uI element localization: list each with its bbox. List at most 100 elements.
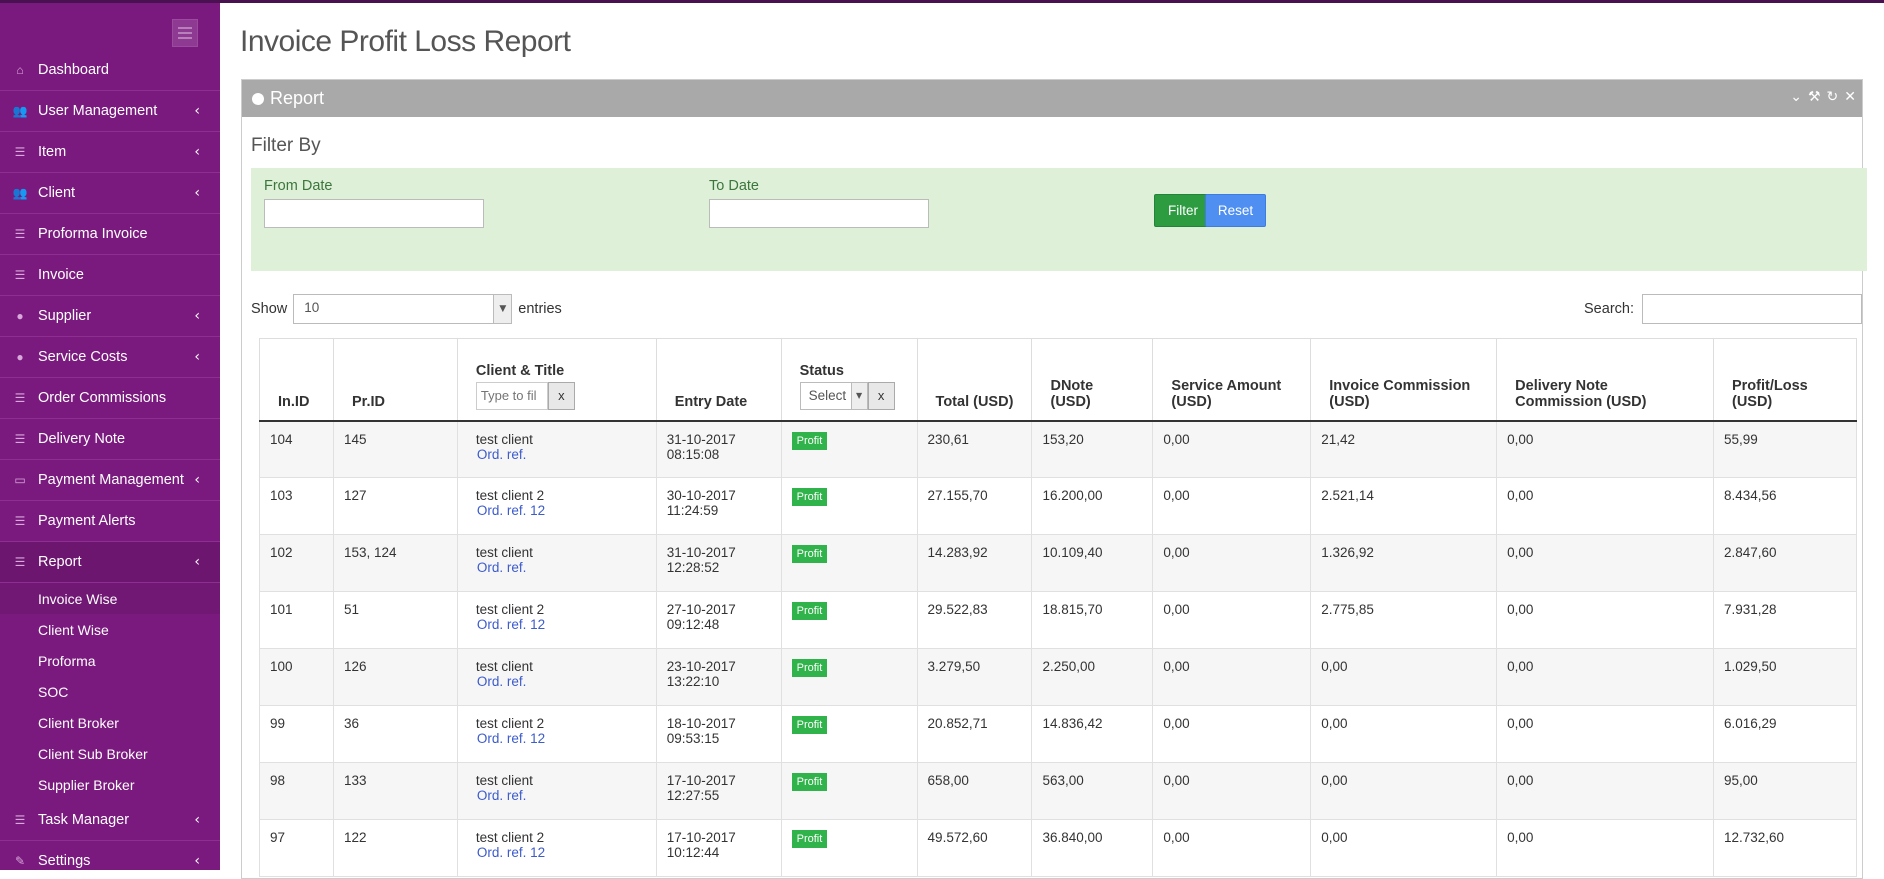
order-ref-link[interactable]: Ord. ref.: [476, 560, 646, 575]
chevron-left-icon: ‹: [194, 349, 200, 365]
wrench-icon: ✎: [14, 854, 26, 868]
col-client-title[interactable]: Client & Title x: [456, 338, 657, 422]
col-delivery-note-commission[interactable]: Delivery Note Commission (USD): [1496, 338, 1714, 422]
submenu-item[interactable]: Client Sub Broker: [0, 738, 220, 769]
total-cell: 14.283,92: [916, 534, 1033, 592]
sidebar-item[interactable]: ● Service Costs ‹: [0, 337, 220, 378]
money-icon: ▭: [14, 473, 26, 487]
user-icon: ●: [16, 350, 24, 364]
profit-loss-cell: 1.029,50: [1712, 648, 1858, 706]
submenu-item[interactable]: Client Wise: [0, 614, 220, 645]
col-entry-date[interactable]: Entry Date: [655, 338, 782, 422]
sidebar-toggle-button[interactable]: [172, 19, 198, 47]
col-invoice-commission[interactable]: Invoice Commission (USD): [1310, 338, 1498, 422]
from-date-input[interactable]: [264, 199, 484, 228]
status-filter-value: Select: [808, 387, 847, 403]
order-ref-link[interactable]: Ord. ref.: [476, 447, 646, 462]
entries-label: entries: [518, 301, 562, 317]
delivery-note-commission-cell: 0,00: [1496, 420, 1714, 478]
status-filter-select[interactable]: Select ▼: [799, 381, 868, 410]
entry-date-cell: 30-10-2017 11:24:59: [655, 477, 782, 535]
sidebar-item[interactable]: 👥 User Management ‹: [0, 91, 220, 132]
delivery-note-commission-cell: 0,00: [1496, 762, 1714, 820]
col-profit-loss[interactable]: Profit/Loss (USD): [1712, 338, 1858, 422]
col-service-amount[interactable]: Service Amount (USD): [1152, 338, 1312, 422]
sidebar-item[interactable]: ☰ Report ‹: [0, 542, 220, 583]
sidebar-item[interactable]: ☰ Task Manager ‹: [0, 800, 220, 841]
entry-date-cell: 31-10-2017 12:28:52: [655, 534, 782, 592]
to-date-input[interactable]: [709, 199, 929, 228]
status-cell: Profit: [780, 534, 918, 592]
sidebar-item-label: Dashboard: [38, 62, 109, 78]
submenu-item[interactable]: Invoice Wise: [0, 583, 220, 614]
submenu-item[interactable]: Supplier Broker: [0, 769, 220, 800]
table-row: 101 51 test client 2 Ord. ref. 12 27-10-2017…: [259, 591, 1858, 649]
delivery-note-commission-cell: 0,00: [1496, 705, 1714, 763]
order-ref-link[interactable]: Ord. ref. 12: [476, 845, 646, 860]
client-name: test client: [475, 431, 533, 447]
wrench-icon[interactable]: ⚒: [1808, 89, 1821, 105]
order-ref-link[interactable]: Ord. ref. 12: [476, 731, 646, 746]
profit-loss-cell: 6.016,29: [1712, 705, 1858, 763]
from-date-label: From Date: [264, 178, 333, 194]
pr-id-cell: 133: [332, 762, 458, 820]
total-cell: 658,00: [916, 762, 1033, 820]
sidebar-item[interactable]: ☰ Delivery Note: [0, 419, 220, 460]
client-name: test client 2: [475, 830, 545, 845]
order-ref-link[interactable]: Ord. ref.: [476, 674, 646, 689]
order-ref-link[interactable]: Ord. ref. 12: [476, 503, 646, 518]
order-ref-link[interactable]: Ord. ref.: [476, 788, 646, 803]
sidebar-item-label: Payment Alerts: [38, 513, 136, 529]
sidebar-item[interactable]: ☰ Invoice: [0, 255, 220, 296]
sidebar-item-label: User Management: [38, 103, 158, 119]
search-input[interactable]: [1642, 294, 1862, 324]
sidebar-item[interactable]: 👥 Client ‹: [0, 173, 220, 214]
status-cell: Profit: [780, 420, 918, 478]
sidebar-item[interactable]: ☰ Proforma Invoice: [0, 214, 220, 255]
entry-date: 31-10-2017: [666, 545, 736, 560]
delivery-note-commission-cell: 0,00: [1496, 591, 1714, 649]
sidebar-item[interactable]: ✎ Settings ‹: [0, 841, 220, 870]
col-pr-id[interactable]: Pr.ID: [332, 338, 458, 422]
col-in-id[interactable]: In.ID: [259, 338, 334, 422]
sidebar-item[interactable]: ☰ Payment Alerts: [0, 501, 220, 542]
dnote-cell: 18.815,70: [1031, 591, 1154, 649]
list-icon: ☰: [14, 813, 26, 827]
show-label: Show: [251, 301, 288, 317]
invoice-commission-cell: 0,00: [1310, 648, 1498, 706]
collapse-icon[interactable]: ⌄: [1790, 89, 1802, 105]
client-name: test client: [475, 659, 533, 674]
submenu-item[interactable]: SOC: [0, 676, 220, 707]
order-ref-link[interactable]: Ord. ref. 12: [476, 617, 646, 632]
col-dnote[interactable]: DNote (USD): [1031, 338, 1154, 422]
dnote-cell: 14.836,42: [1031, 705, 1154, 763]
reset-button[interactable]: Reset: [1205, 194, 1266, 227]
service-amount-cell: 0,00: [1152, 591, 1312, 649]
sidebar-item[interactable]: ● Supplier ‹: [0, 296, 220, 337]
sidebar-item-label: Payment Management: [38, 472, 184, 488]
client-filter-clear-button[interactable]: x: [547, 381, 575, 410]
submenu-item[interactable]: Client Broker: [0, 707, 220, 738]
client-filter-input[interactable]: [475, 381, 548, 410]
refresh-icon[interactable]: ↻: [1827, 89, 1839, 105]
status-badge: Profit: [791, 659, 828, 677]
profit-loss-cell: 2.847,60: [1712, 534, 1858, 592]
sidebar-item[interactable]: ⌂ Dashboard: [0, 50, 220, 91]
sidebar-item[interactable]: ▭ Payment Management ‹: [0, 460, 220, 501]
client-cell: test client 2 Ord. ref. 12: [456, 591, 657, 649]
sidebar-item[interactable]: ☰ Order Commissions: [0, 378, 220, 419]
list-icon: ☰: [14, 514, 26, 528]
filter-button[interactable]: Filter: [1154, 194, 1212, 227]
in-id-cell: 98: [259, 762, 334, 820]
entries-select[interactable]: 10 ▼: [293, 294, 513, 324]
col-total[interactable]: Total (USD): [916, 338, 1033, 422]
sidebar-item[interactable]: ☰ Item ‹: [0, 132, 220, 173]
list-icon: ☰: [14, 391, 26, 405]
col-status[interactable]: Status Select ▼ x: [780, 338, 918, 422]
client-name: test client 2: [475, 488, 545, 503]
status-cell: Profit: [780, 819, 918, 877]
close-icon[interactable]: ✕: [1844, 89, 1856, 105]
submenu-item[interactable]: Proforma: [0, 645, 220, 676]
status-filter-clear-button[interactable]: x: [867, 381, 895, 410]
status-badge: Profit: [791, 602, 828, 620]
